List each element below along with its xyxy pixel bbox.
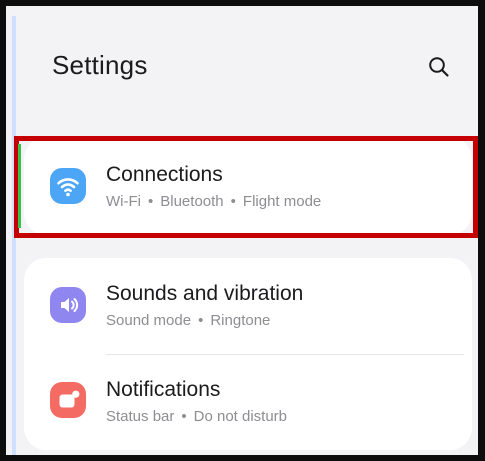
subtitle-separator: • — [147, 193, 154, 210]
subtitle-part: Ringtone — [210, 312, 271, 329]
subtitle-part: Sound mode — [106, 312, 192, 329]
subtitle-separator: • — [198, 312, 204, 329]
connections-text: Connections Wi-Fi • Bluetooth • Flight mode — [106, 163, 321, 210]
subtitle-part: Status bar — [106, 408, 175, 425]
connections-subtitle: Wi-Fi • Bluetooth • Flight mode — [106, 193, 321, 210]
settings-screen: Settings Connections Wi-Fi • Bluetooth •… — [0, 0, 485, 461]
search-icon — [429, 57, 449, 77]
subtitle-part: Flight mode — [242, 193, 322, 210]
wifi-icon — [50, 168, 86, 204]
settings-item-connections[interactable]: Connections Wi-Fi • Bluetooth • Flight mode — [24, 137, 472, 233]
sounds-title: Sounds and vibration — [106, 282, 304, 305]
subtitle-separator: • — [230, 193, 236, 210]
subtitle-part: Bluetooth — [160, 193, 224, 210]
settings-header: Settings — [6, 6, 478, 126]
connections-card: Connections Wi-Fi • Bluetooth • Flight mode — [24, 137, 472, 235]
settings-item-notifications[interactable]: Notifications Status bar • Do not disturb — [24, 354, 472, 450]
connections-left-accent — [18, 144, 21, 228]
subtitle-separator: • — [181, 408, 187, 425]
notifications-text: Notifications Status bar • Do not disturb — [106, 378, 287, 425]
subtitle-part: Do not disturb — [193, 408, 288, 425]
subtitle-part: Wi-Fi — [106, 193, 141, 210]
settings-item-sounds-and-vibration[interactable]: Sounds and vibration Sound mode • Ringtone — [24, 258, 472, 354]
connections-icon-badge — [50, 168, 86, 204]
sounds-notifications-card: Sounds and vibration Sound mode • Ringtone… — [24, 258, 472, 450]
sounds-subtitle: Sound mode • Ringtone — [106, 312, 303, 329]
notifications-icon-badge — [50, 382, 86, 418]
notifications-subtitle: Status bar • Do not disturb — [106, 408, 287, 425]
volume-icon — [50, 287, 86, 323]
sounds-icon-badge — [50, 287, 86, 323]
sounds-text: Sounds and vibration Sound mode • Ringtone — [106, 282, 303, 329]
page-title: Settings — [52, 50, 148, 80]
search-button[interactable] — [422, 50, 456, 84]
notifications-icon — [50, 382, 86, 418]
connections-title: Connections — [106, 163, 223, 186]
notifications-title: Notifications — [106, 378, 221, 401]
